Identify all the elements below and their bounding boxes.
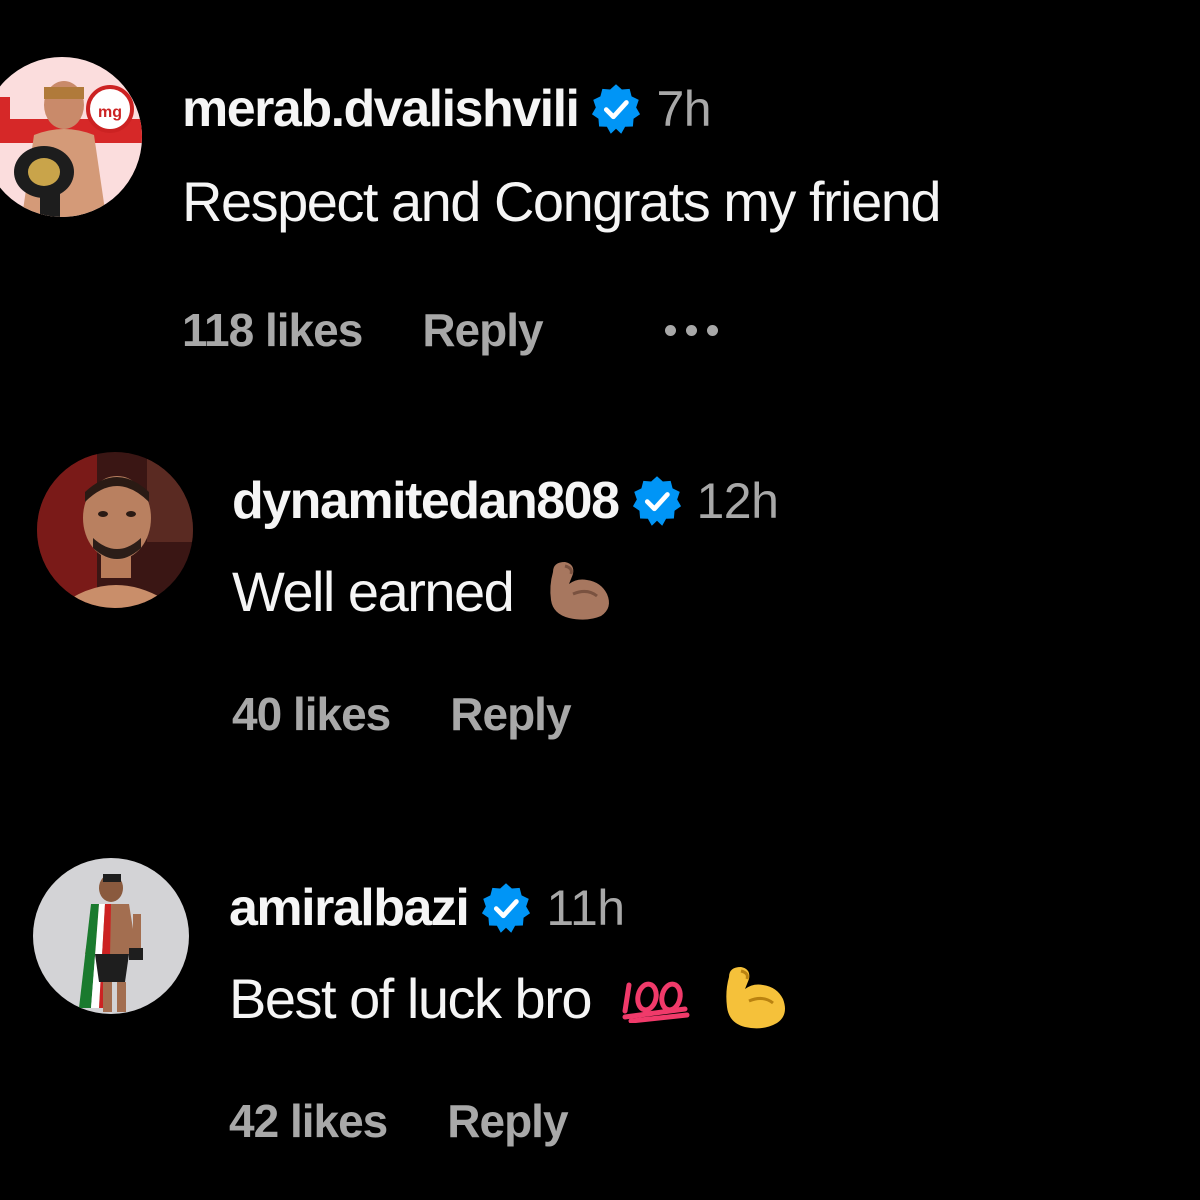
avatar[interactable]: mg: [0, 57, 142, 217]
comment-actions: 42 likes Reply: [229, 1091, 791, 1151]
comment-text-body: Best of luck bro: [229, 966, 592, 1030]
comment-header: dynamitedan808 12h: [232, 470, 779, 532]
comment-text-body: Well earned: [232, 559, 515, 623]
username[interactable]: dynamitedan808: [232, 471, 620, 531]
avatar[interactable]: [37, 452, 193, 608]
more-dot: [706, 324, 718, 336]
likes-count[interactable]: 118 likes: [182, 303, 363, 357]
comment-text: Well earned: [232, 556, 778, 626]
avatar[interactable]: [33, 858, 189, 1014]
comment-text: Respect and Congrats my friend: [182, 166, 942, 236]
svg-text:mg: mg: [98, 104, 122, 121]
more-dot: [685, 324, 697, 336]
comment-text-body: Respect and Congrats my friend: [182, 169, 942, 233]
likes-count[interactable]: 42 likes: [229, 1094, 388, 1148]
avatar-image: [33, 858, 189, 1014]
comment-header: merab.dvalishvili 7h: [182, 78, 940, 140]
username[interactable]: merab.dvalishvili: [182, 79, 580, 139]
hundred-points-icon: [621, 973, 693, 1023]
verified-badge-icon: [590, 83, 642, 135]
flexed-biceps-icon: [543, 560, 615, 622]
comment-actions: 40 likes Reply: [232, 684, 778, 744]
reply-button[interactable]: Reply: [447, 1094, 568, 1148]
verified-badge-icon: [631, 475, 683, 527]
comment-time: 12h: [696, 473, 779, 529]
username[interactable]: amiralbazi: [229, 878, 470, 938]
flexed-biceps-icon: [719, 965, 791, 1031]
avatar-image: [37, 452, 193, 608]
comment-time: 7h: [656, 81, 712, 137]
comment-header: amiralbazi 11h: [229, 877, 791, 939]
more-dot: [664, 324, 676, 336]
comment-time: 11h: [546, 880, 625, 936]
reply-button[interactable]: Reply: [450, 687, 571, 741]
avatar-image: mg: [0, 57, 142, 217]
verified-badge-icon: [480, 882, 532, 934]
reply-button[interactable]: Reply: [422, 303, 543, 357]
comment-actions: 118 likes Reply: [182, 300, 940, 360]
comment-text: Best of luck bro: [229, 963, 791, 1033]
more-options-icon[interactable]: [664, 324, 718, 336]
likes-count[interactable]: 40 likes: [232, 687, 391, 741]
